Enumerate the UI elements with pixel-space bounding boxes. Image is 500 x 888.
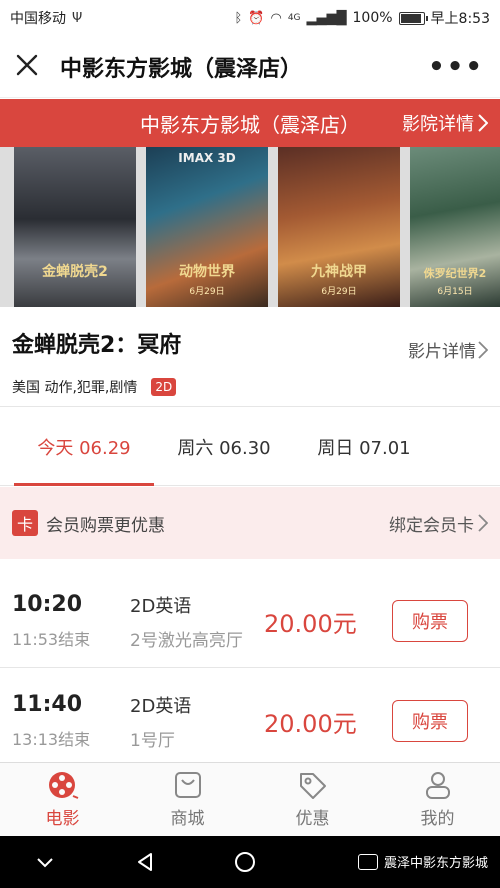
- network-label: 4G: [287, 13, 301, 23]
- tab-saturday[interactable]: 周六 06.30: [154, 408, 294, 486]
- title-bar: 中影东方影城（震泽店） •••: [0, 36, 500, 98]
- nav-profile-label: 我的: [420, 809, 455, 829]
- end-time: 11:53结束: [12, 630, 91, 649]
- buy-ticket-button[interactable]: 购票: [392, 600, 468, 642]
- close-icon[interactable]: [16, 52, 56, 82]
- film-reel-icon: [48, 772, 78, 799]
- cinema-header: 中影东方影城（震泽店） 影院详情: [0, 99, 500, 147]
- carrier-label: 中国移动: [10, 11, 66, 27]
- bluetooth-icon: ᛒ: [234, 10, 243, 26]
- nav-deals-label: 优惠: [295, 809, 330, 829]
- movie-detail-link[interactable]: 影片详情: [408, 337, 488, 362]
- movie-detail-label: 影片详情: [408, 342, 476, 362]
- nav-profile[interactable]: 我的: [375, 763, 500, 836]
- movie-poster[interactable]: 侏罗纪世界2 6月15日: [410, 147, 500, 307]
- card-icon: 卡: [12, 510, 38, 536]
- movie-poster[interactable]: IMAX 3D 动物世界 6月29日: [146, 147, 268, 307]
- poster-date: 6月29日: [321, 287, 357, 297]
- battery-percent: 100%: [352, 10, 393, 26]
- wechat-icon: [357, 853, 378, 870]
- ticket-price: 20.00元: [264, 710, 357, 738]
- chevron-right-icon: [478, 514, 488, 532]
- nav-mall-label: 商城: [170, 809, 205, 829]
- wifi-icon: ◠: [270, 10, 282, 26]
- date-tabs: 今天 06.29 周六 06.30 周日 07.01: [0, 408, 500, 486]
- poster-date: 6月29日: [189, 287, 225, 297]
- tab-sunday[interactable]: 周日 07.01: [294, 408, 434, 486]
- tag-icon: [299, 773, 326, 799]
- bind-member-card-label: 绑定会员卡: [389, 515, 474, 536]
- movie-poster[interactable]: 九神战甲 6月29日: [278, 147, 400, 307]
- hall-name: 2号激光高亮厅: [130, 631, 243, 651]
- nav-deals[interactable]: 优惠: [250, 763, 375, 836]
- member-bar[interactable]: 卡 会员购票更优惠 绑定会员卡: [0, 487, 500, 559]
- shopping-bag-icon: [174, 772, 201, 798]
- movie-genre: 美国 动作,犯罪,剧情: [12, 380, 138, 396]
- poster-title: 侏罗纪世界2: [423, 267, 487, 280]
- movie-info: 金蝉脱壳2：冥府 影片详情 美国 动作,犯罪,剧情 2D: [0, 307, 500, 407]
- ticket-price: 20.00元: [264, 610, 357, 638]
- bind-member-card-link[interactable]: 绑定会员卡: [389, 511, 488, 536]
- chevron-down-icon[interactable]: [20, 850, 70, 874]
- language-format: 2D英语: [130, 596, 192, 617]
- status-right: ᛒ ⏰ ◠ 4G ▂▄▆█ 100% 早上8:53: [234, 8, 490, 28]
- member-promo-text: 会员购票更优惠: [46, 515, 165, 536]
- cinema-detail-link[interactable]: 影院详情: [402, 110, 488, 136]
- start-time: 10:20: [12, 592, 83, 617]
- poster-title: 动物世界: [179, 264, 235, 280]
- nav-mall[interactable]: 商城: [125, 763, 250, 836]
- hall-name: 1号厅: [130, 731, 175, 751]
- tab-today[interactable]: 今天 06.29: [14, 408, 154, 486]
- chevron-right-icon: [478, 114, 488, 132]
- showtime-row: 10:20 11:53结束 2D英语 2号激光高亮厅 20.00元 购票: [0, 568, 500, 668]
- android-nav-bar: 震泽中影东方影城: [0, 836, 500, 888]
- alarm-icon: ⏰: [248, 10, 265, 26]
- nav-movies-label: 电影: [45, 809, 80, 829]
- user-icon: [425, 772, 450, 799]
- clock: 早上8:53: [430, 11, 490, 27]
- buy-ticket-button[interactable]: 购票: [392, 700, 468, 742]
- cinema-detail-label: 影院详情: [402, 114, 474, 135]
- showtime-row: 11:40 13:13结束 2D英语 1号厅 20.00元 购票: [0, 668, 500, 768]
- back-icon[interactable]: [120, 850, 170, 874]
- movie-meta: 美国 动作,犯罪,剧情 2D: [12, 377, 488, 397]
- end-time: 13:13结束: [12, 730, 91, 749]
- bottom-nav: 电影 商城 优惠 我的: [0, 762, 500, 836]
- poster-format: IMAX 3D: [178, 151, 236, 165]
- cinema-name: 中影东方影城（震泽店）: [140, 112, 360, 137]
- poster-date: 6月15日: [437, 287, 473, 297]
- usb-icon: Ψ: [72, 10, 83, 26]
- poster-carousel[interactable]: 金蝉脱壳2 IMAX 3D 动物世界 6月29日 九神战甲 6月29日 侏罗纪世…: [0, 147, 500, 307]
- more-icon[interactable]: •••: [428, 52, 484, 82]
- page-title: 中影东方影城（震泽店）: [60, 56, 303, 82]
- home-icon[interactable]: [220, 850, 270, 874]
- language-format: 2D英语: [130, 696, 192, 717]
- poster-title: 金蝉脱壳2: [42, 264, 108, 280]
- status-left: 中国移动 Ψ: [10, 8, 82, 28]
- nav-movies[interactable]: 电影: [0, 763, 125, 836]
- movie-poster[interactable]: 金蝉脱壳2: [14, 147, 136, 307]
- poster-title: 九神战甲: [311, 264, 367, 280]
- signal-icon: ▂▄▆█: [306, 10, 347, 26]
- status-bar: 中国移动 Ψ ᛒ ⏰ ◠ 4G ▂▄▆█ 100% 早上8:53: [0, 0, 500, 36]
- battery-icon: [398, 11, 428, 25]
- watermark-text: 震泽中影东方影城: [383, 856, 488, 871]
- format-badge: 2D: [151, 378, 177, 396]
- watermark: 震泽中影东方影城: [357, 852, 488, 871]
- chevron-right-icon: [478, 340, 488, 359]
- start-time: 11:40: [12, 692, 83, 717]
